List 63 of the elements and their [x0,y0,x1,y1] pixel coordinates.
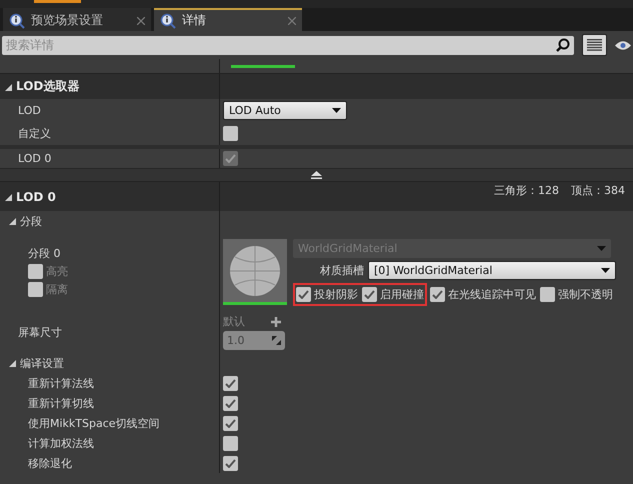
checkbox-label: 启用碰撞 [380,287,424,302]
checkbox[interactable] [223,376,238,390]
tab[interactable]: 预览场景设置 [3,8,151,31]
sphere-icon [229,244,281,296]
group-title: 分段 [20,214,42,228]
property-label: LOD 0 [18,152,52,165]
property-label: LOD [18,104,41,117]
property-label: 自定义 [18,126,51,141]
collapse-arrow-icon[interactable] [311,171,322,179]
property-label: 计算加权法线 [28,436,94,450]
group-title: 编译设置 [20,356,64,370]
thumbnail-edge [231,64,295,68]
checkbox[interactable] [223,436,238,450]
triangle-count: 三角形：128 [494,183,559,196]
checkbox[interactable] [223,126,238,141]
checkbox[interactable] [223,396,238,410]
search-field[interactable]: 搜索详情 [2,36,574,54]
info-magnifier-icon [160,12,176,28]
tab[interactable]: 详情 [154,8,302,31]
checkbox[interactable] [223,416,238,430]
checkbox[interactable] [28,264,43,278]
material-thumbnail[interactable] [223,239,287,305]
vertex-count: 顶点：384 [571,183,625,196]
default-label: 默认 [223,314,245,329]
checkbox[interactable] [296,287,311,302]
property-label: 重新计算法线 [28,376,94,390]
info-magnifier-icon [9,12,25,28]
property-label: 重新计算切线 [28,396,94,410]
close-icon[interactable] [137,16,145,24]
checkbox-label: 投射阴影 [314,287,358,302]
checkbox[interactable] [362,287,377,302]
plus-icon[interactable] [271,316,281,326]
search-icon[interactable] [556,38,570,52]
lod-dropdown[interactable]: LOD Auto [223,101,347,120]
checkbox[interactable] [223,456,238,470]
expanded-arrow-icon[interactable] [4,82,12,90]
list-view-button[interactable] [582,34,607,56]
property-label: 移除退化 [28,456,72,470]
expanded-arrow-icon[interactable] [8,359,16,367]
category-title: LOD 0 [16,190,56,204]
resize-icon [272,336,281,345]
eye-icon[interactable] [615,40,631,50]
checkbox[interactable] [540,287,555,302]
caret-icon [332,108,341,113]
caret-icon [597,246,606,251]
list-icon [587,38,602,52]
checkbox-label: 强制不透明 [558,287,613,302]
checkbox-label: 隔离 [46,282,68,296]
checkbox-label: 高亮 [46,264,68,278]
category-title: LOD选取器 [16,78,80,95]
property-label: 使用MikkTSpace切线空间 [28,416,160,430]
caret-icon [601,268,610,273]
slot-label: 材质插槽 [320,263,364,278]
section-label: 分段 0 [28,246,62,260]
property-label: 屏幕尺寸 [18,324,62,340]
expanded-arrow-icon[interactable] [8,217,16,225]
expanded-arrow-icon[interactable] [4,192,12,200]
checkbox[interactable] [28,282,43,296]
checkbox[interactable] [430,287,445,302]
checkbox-label: 在光线追踪中可见 [448,287,536,302]
close-icon[interactable] [288,16,296,24]
slot-dropdown[interactable]: [0] WorldGridMaterial [368,261,616,280]
tab-accent [34,0,81,3]
